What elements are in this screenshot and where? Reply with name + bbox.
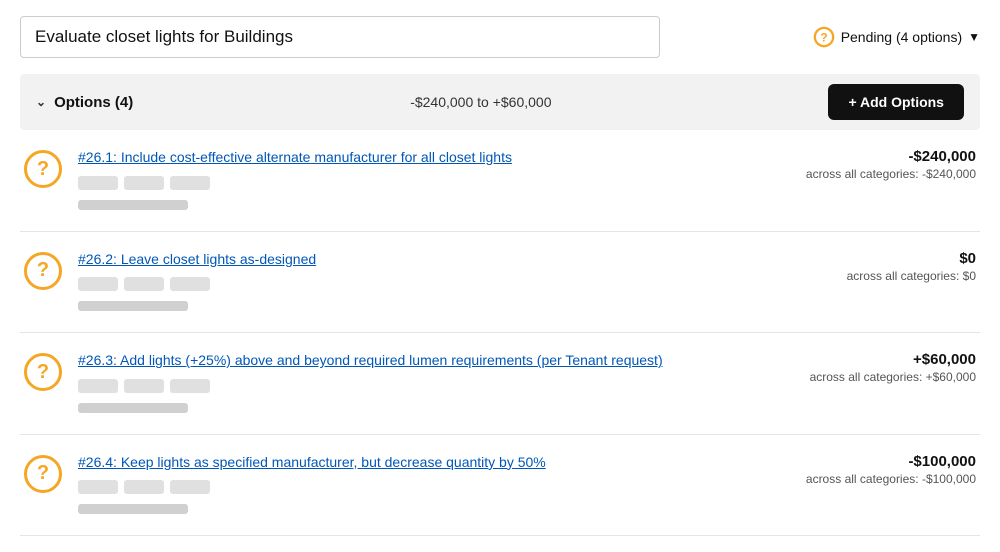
tag-line: [78, 504, 188, 514]
tag-pill: [124, 277, 164, 291]
options-list: ? #26.1: Include cost-effective alternat…: [20, 130, 980, 536]
option-content: #26.4: Keep lights as specified manufact…: [78, 453, 740, 518]
page-wrapper: ? Pending (4 options) ▼ ⌄ Options (4) -$…: [0, 0, 1000, 552]
option-tags: [78, 379, 740, 393]
options-label: Options (4): [54, 94, 133, 111]
amount-main: $0: [756, 250, 976, 267]
options-bar: ⌄ Options (4) -$240,000 to +$60,000 + Ad…: [20, 74, 980, 130]
question-circle-icon: ?: [24, 252, 62, 290]
tag-pill: [78, 379, 118, 393]
option-tags: [78, 176, 740, 190]
option-status-icon: ?: [24, 150, 62, 188]
collapse-chevron-icon[interactable]: ⌄: [36, 95, 46, 109]
option-title[interactable]: #26.4: Keep lights as specified manufact…: [78, 453, 740, 473]
pending-badge[interactable]: ? Pending (4 options) ▼: [813, 26, 980, 48]
tag-pill: [170, 379, 210, 393]
question-circle-icon: ?: [24, 353, 62, 391]
svg-text:?: ?: [820, 31, 827, 45]
pending-chevron-icon: ▼: [968, 30, 980, 44]
tag-pill: [170, 277, 210, 291]
options-range: -$240,000 to +$60,000: [410, 94, 551, 110]
option-amounts: -$240,000 across all categories: -$240,0…: [756, 148, 976, 181]
option-item: ? #26.3: Add lights (+25%) above and bey…: [20, 333, 980, 435]
amount-main: +$60,000: [756, 351, 976, 368]
option-tags: [78, 277, 740, 291]
amount-sub: across all categories: -$100,000: [756, 472, 976, 486]
header-right: ? Pending (4 options) ▼: [813, 26, 980, 48]
tag-line: [78, 301, 188, 311]
option-amounts: $0 across all categories: $0: [756, 250, 976, 283]
tag-pill: [170, 176, 210, 190]
tag-pill: [170, 480, 210, 494]
option-tags: [78, 480, 740, 494]
option-title[interactable]: #26.3: Add lights (+25%) above and beyon…: [78, 351, 740, 371]
amount-main: -$240,000: [756, 148, 976, 165]
add-options-button[interactable]: + Add Options: [828, 84, 964, 120]
tag-pill: [124, 480, 164, 494]
tag-line: [78, 200, 188, 210]
amount-sub: across all categories: +$60,000: [756, 370, 976, 384]
option-status-icon: ?: [24, 455, 62, 493]
option-amounts: +$60,000 across all categories: +$60,000: [756, 351, 976, 384]
tag-pill: [78, 277, 118, 291]
title-input[interactable]: [20, 16, 660, 58]
option-item: ? #26.2: Leave closet lights as-designed…: [20, 232, 980, 334]
option-status-icon: ?: [24, 252, 62, 290]
pending-question-icon: ?: [813, 26, 835, 48]
question-circle-icon: ?: [24, 150, 62, 188]
option-item: ? #26.1: Include cost-effective alternat…: [20, 130, 980, 232]
option-title[interactable]: #26.1: Include cost-effective alternate …: [78, 148, 740, 168]
pending-label: Pending (4 options): [841, 29, 962, 45]
tag-pill: [124, 176, 164, 190]
option-content: #26.1: Include cost-effective alternate …: [78, 148, 740, 213]
option-title[interactable]: #26.2: Leave closet lights as-designed: [78, 250, 740, 270]
tag-pill: [124, 379, 164, 393]
option-content: #26.3: Add lights (+25%) above and beyon…: [78, 351, 740, 416]
option-status-icon: ?: [24, 353, 62, 391]
tag-line: [78, 403, 188, 413]
amount-sub: across all categories: -$240,000: [756, 167, 976, 181]
tag-pill: [78, 480, 118, 494]
header: ? Pending (4 options) ▼: [20, 16, 980, 58]
option-item: ? #26.4: Keep lights as specified manufa…: [20, 435, 980, 537]
question-circle-icon: ?: [24, 455, 62, 493]
options-bar-left: ⌄ Options (4): [36, 94, 133, 111]
option-content: #26.2: Leave closet lights as-designed: [78, 250, 740, 315]
tag-pill: [78, 176, 118, 190]
amount-sub: across all categories: $0: [756, 269, 976, 283]
amount-main: -$100,000: [756, 453, 976, 470]
option-amounts: -$100,000 across all categories: -$100,0…: [756, 453, 976, 486]
